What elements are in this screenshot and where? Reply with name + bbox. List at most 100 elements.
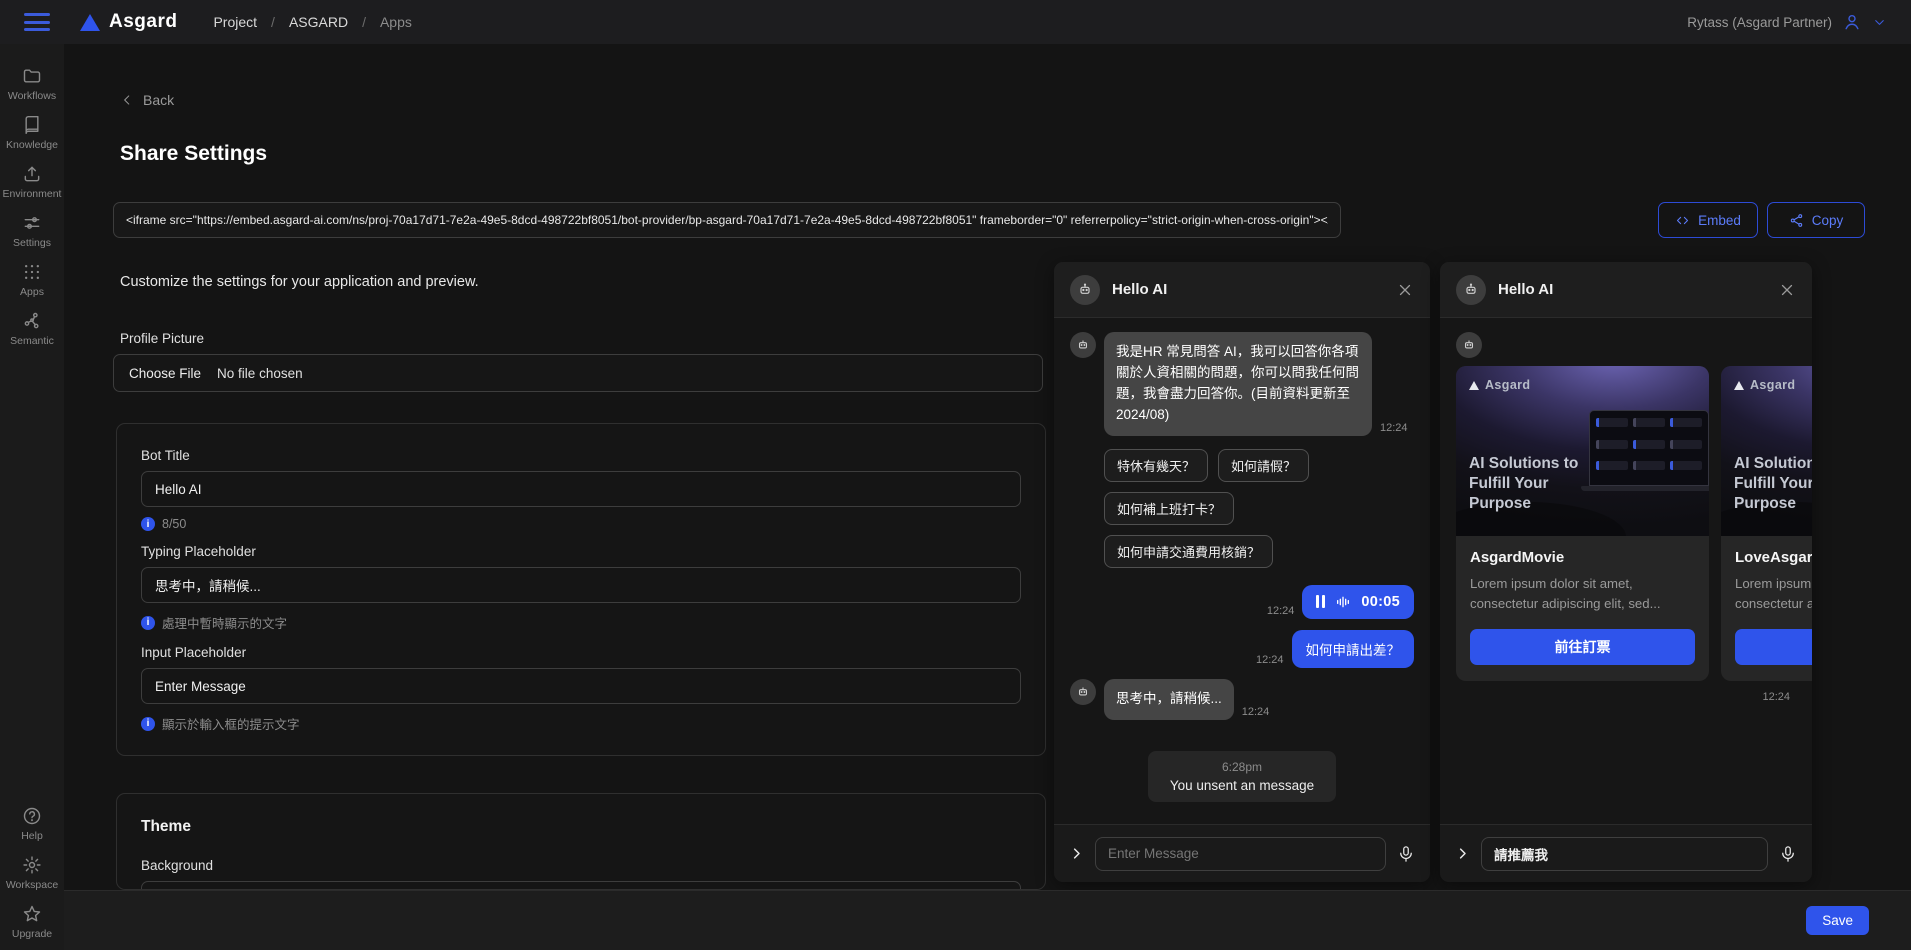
- close-icon[interactable]: [1778, 281, 1796, 299]
- card-image-headline: AI Solutions to Fulfill Your Purpose: [1469, 454, 1589, 514]
- bot-title-input[interactable]: [141, 471, 1021, 507]
- asgard-logo-text: Asgard: [1750, 378, 1795, 392]
- embed-code-input[interactable]: [113, 202, 1341, 238]
- user-message: 12:24 如何申請出差？: [1070, 630, 1414, 668]
- sliders-icon: [22, 213, 42, 233]
- embed-button[interactable]: Embed: [1658, 202, 1758, 238]
- sidebar-item-label: Knowledge: [6, 139, 58, 151]
- audio-message-bubble[interactable]: 00:05: [1302, 585, 1414, 619]
- chevron-left-icon: [120, 93, 134, 107]
- chevron-right-icon[interactable]: [1069, 846, 1084, 861]
- quick-reply-chip[interactable]: 如何請假？: [1218, 449, 1309, 482]
- card-image-headline: AI Solutions to Fulfill Your Purpose: [1734, 454, 1812, 514]
- input-placeholder-hint: 顯示於輸入框的提示文字: [162, 714, 300, 733]
- chevron-right-icon[interactable]: [1455, 846, 1470, 861]
- user-audio-message: 12:24 00:05: [1070, 585, 1414, 619]
- card-image: Asgard AI Solutions to Fulfill Your Purp…: [1456, 366, 1709, 536]
- waveform-icon: [1334, 594, 1352, 610]
- unsent-time: 6:28pm: [1170, 760, 1314, 774]
- brand-logo[interactable]: Asgard: [80, 11, 177, 33]
- app-root: Asgard Project / ASGARD / Apps Rytass (A…: [0, 0, 1911, 950]
- typing-placeholder-input[interactable]: [141, 567, 1021, 603]
- back-label: Back: [143, 92, 174, 108]
- sidebar-item-knowledge[interactable]: Knowledge: [0, 115, 64, 151]
- sidebar-item-apps[interactable]: Apps: [0, 262, 64, 298]
- user-icon[interactable]: [1842, 12, 1862, 32]
- info-icon: i: [141, 616, 155, 630]
- chat-preview-panel-1: Hello AI 我是HR 常見問答 AI，我可以回答你各項關於人資相關的問題，…: [1054, 262, 1430, 882]
- microphone-icon[interactable]: [1779, 845, 1797, 863]
- breadcrumb-project[interactable]: Project: [213, 14, 257, 30]
- chevron-down-icon[interactable]: [1872, 15, 1887, 30]
- star-icon: [22, 904, 42, 924]
- chat-message-input[interactable]: [1481, 837, 1768, 871]
- menu-icon[interactable]: [24, 13, 50, 31]
- unsent-text: You unsent an message: [1170, 778, 1314, 793]
- sidebar-item-label: Workflows: [8, 90, 56, 102]
- sidebar-item-label: Settings: [13, 237, 51, 249]
- message-timestamp: 12:24: [1242, 706, 1270, 720]
- quick-reply-chip[interactable]: 特休有幾天？: [1104, 449, 1208, 482]
- embed-button-label: Embed: [1698, 213, 1741, 228]
- chat-message-input[interactable]: [1095, 837, 1386, 871]
- close-icon[interactable]: [1396, 281, 1414, 299]
- card-description: Lorem ipsum dolor sit amet, consectetur …: [1735, 574, 1812, 614]
- sidebar-item-settings[interactable]: Settings: [0, 213, 64, 249]
- upload-icon: [22, 164, 42, 184]
- asgard-logo-text: Asgard: [1485, 378, 1530, 392]
- profile-picture-file-input[interactable]: Choose File No file chosen: [113, 354, 1043, 392]
- sidebar-item-label: Semantic: [10, 335, 54, 347]
- card-action-button[interactable]: 前往訂票: [1470, 629, 1695, 665]
- book-icon: [22, 115, 42, 135]
- message-timestamp: 12:24: [1267, 605, 1295, 619]
- sidebar-item-workflows[interactable]: Workflows: [0, 66, 64, 102]
- sidebar-item-upgrade[interactable]: Upgrade: [0, 904, 64, 940]
- carousel-card: Asgard AI Solutions to Fulfill Your Purp…: [1721, 366, 1812, 681]
- message-timestamp: 12:24: [1256, 654, 1284, 668]
- quick-reply-chip[interactable]: 如何申請交通費用核銷？: [1104, 535, 1273, 568]
- quick-reply-chip[interactable]: 如何補上班打卡？: [1104, 492, 1234, 525]
- copy-button-label: Copy: [1812, 213, 1844, 228]
- card-title: AsgardMovie: [1470, 549, 1695, 566]
- breadcrumb-app[interactable]: ASGARD: [289, 14, 348, 30]
- audio-duration: 00:05: [1361, 594, 1400, 610]
- customize-subtitle: Customize the settings for your applicat…: [120, 274, 479, 290]
- logo-triangle-icon: [80, 14, 100, 31]
- message-timestamp: 12:24: [1456, 691, 1796, 703]
- microphone-icon[interactable]: [1397, 845, 1415, 863]
- background-input[interactable]: [141, 881, 1021, 890]
- typing-placeholder-label: Typing Placeholder: [141, 544, 1021, 559]
- code-icon: [1675, 213, 1690, 228]
- sidebar-item-help[interactable]: Help: [0, 806, 64, 842]
- sidebar-item-label: Workspace: [6, 879, 58, 891]
- sidebar-item-environment[interactable]: Environment: [0, 164, 64, 200]
- gear-icon: [22, 855, 42, 875]
- card-carousel: Asgard AI Solutions to Fulfill Your Purp…: [1456, 366, 1812, 681]
- sidebar-item-workspace[interactable]: Workspace: [0, 855, 64, 891]
- user-account-label: Rytass (Asgard Partner): [1687, 15, 1832, 30]
- choose-file-button[interactable]: Choose File: [129, 366, 201, 381]
- sidebar-item-semantic[interactable]: Semantic: [0, 311, 64, 347]
- no-file-chosen-label: No file chosen: [217, 366, 303, 381]
- info-icon: i: [141, 517, 155, 531]
- card-action-button[interactable]: 前往訂票: [1735, 629, 1812, 665]
- save-button[interactable]: Save: [1806, 906, 1869, 935]
- folder-icon: [22, 66, 42, 86]
- sidebar-item-label: Environment: [3, 188, 62, 200]
- bot-message: 我是HR 常見問答 AI，我可以回答你各項關於人資相關的問題，你可以問我任何問題…: [1070, 332, 1414, 436]
- breadcrumb-separator: /: [271, 14, 275, 30]
- share-icon: [1789, 213, 1804, 228]
- breadcrumb: Project / ASGARD / Apps: [213, 14, 411, 30]
- pause-icon[interactable]: [1316, 595, 1325, 608]
- chat-title: Hello AI: [1498, 281, 1766, 298]
- sidebar-item-label: Upgrade: [12, 928, 52, 940]
- chat-preview-panel-2: Hello AI Asgard: [1440, 262, 1812, 882]
- chat-message-list: Asgard AI Solutions to Fulfill Your Purp…: [1440, 318, 1812, 824]
- asgard-logo-icon: [1734, 381, 1744, 390]
- input-placeholder-input[interactable]: [141, 668, 1021, 704]
- copy-button[interactable]: Copy: [1767, 202, 1865, 238]
- back-button[interactable]: Back: [120, 92, 174, 108]
- bot-avatar-icon: [1070, 332, 1096, 358]
- help-circle-icon: [22, 806, 42, 826]
- asgard-logo-icon: [1469, 381, 1479, 390]
